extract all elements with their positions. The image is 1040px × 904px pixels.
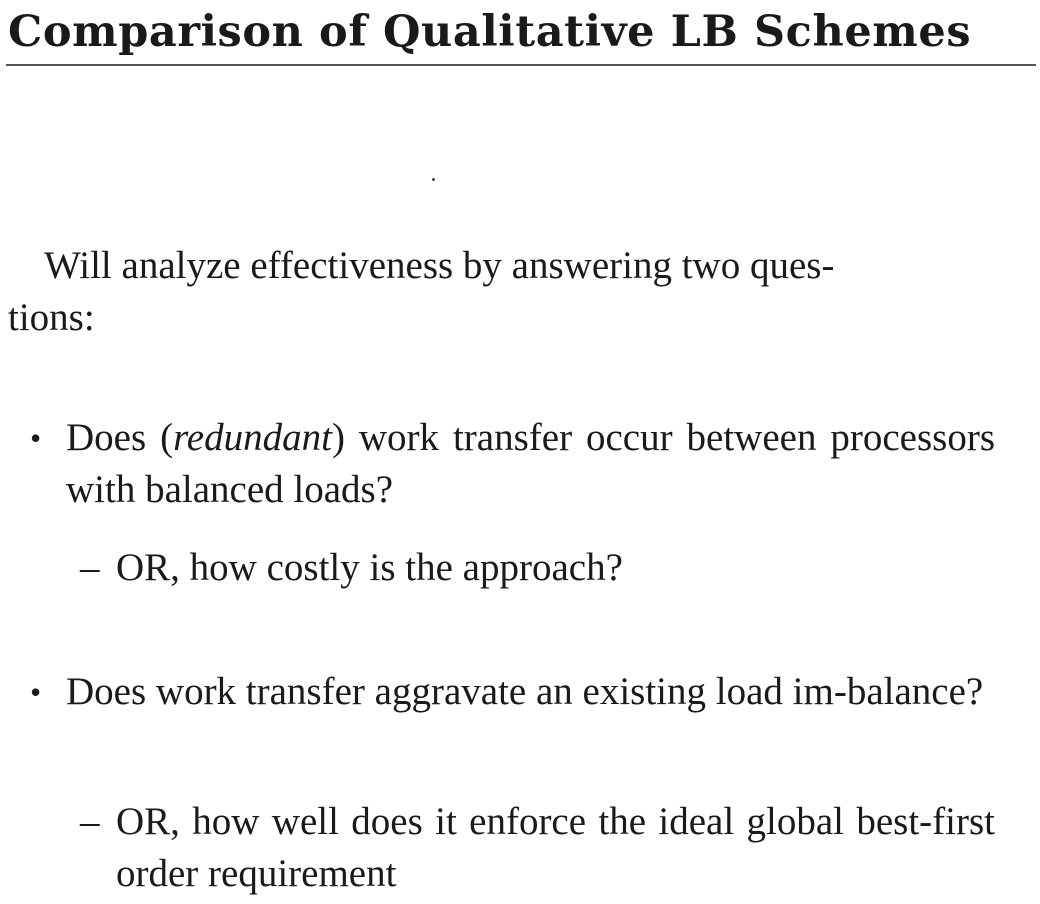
sub-bullet-item-1: – OR, how costly is the approach? — [80, 542, 995, 594]
bullet-item-1: • Does (redundant) work transfer occur b… — [30, 412, 995, 516]
bullet-item-2: • Does work transfer aggravate an existi… — [30, 666, 995, 718]
bullet-emphasis: redundant — [173, 416, 332, 459]
sub-bullet-text: OR, how costly is the approach? — [116, 546, 623, 589]
bullet-text: Does work transfer aggravate an existing… — [66, 670, 984, 713]
title-underline — [6, 64, 1036, 66]
slide-title: Comparison of Qualitative LB Schemes — [8, 7, 972, 57]
sub-bullet-marker: – — [80, 546, 100, 589]
scan-speck — [432, 178, 435, 181]
sub-bullet-marker: – — [80, 800, 100, 843]
bullet-text-pre: Does ( — [66, 416, 174, 459]
bullet-marker: • — [30, 420, 42, 456]
sub-bullet-item-2: – OR, how well does it enforce the ideal… — [80, 796, 995, 900]
intro-paragraph: Will analyze effectiveness by answering … — [8, 240, 983, 344]
intro-line-1: Will analyze effectiveness by answering … — [44, 244, 835, 287]
bullet-marker: • — [30, 674, 42, 710]
sub-bullet-text: OR, how well does it enforce the ideal g… — [116, 800, 995, 895]
intro-line-2: tions: — [8, 296, 95, 339]
bullet-text: Does (redundant) work transfer occur bet… — [66, 412, 995, 516]
